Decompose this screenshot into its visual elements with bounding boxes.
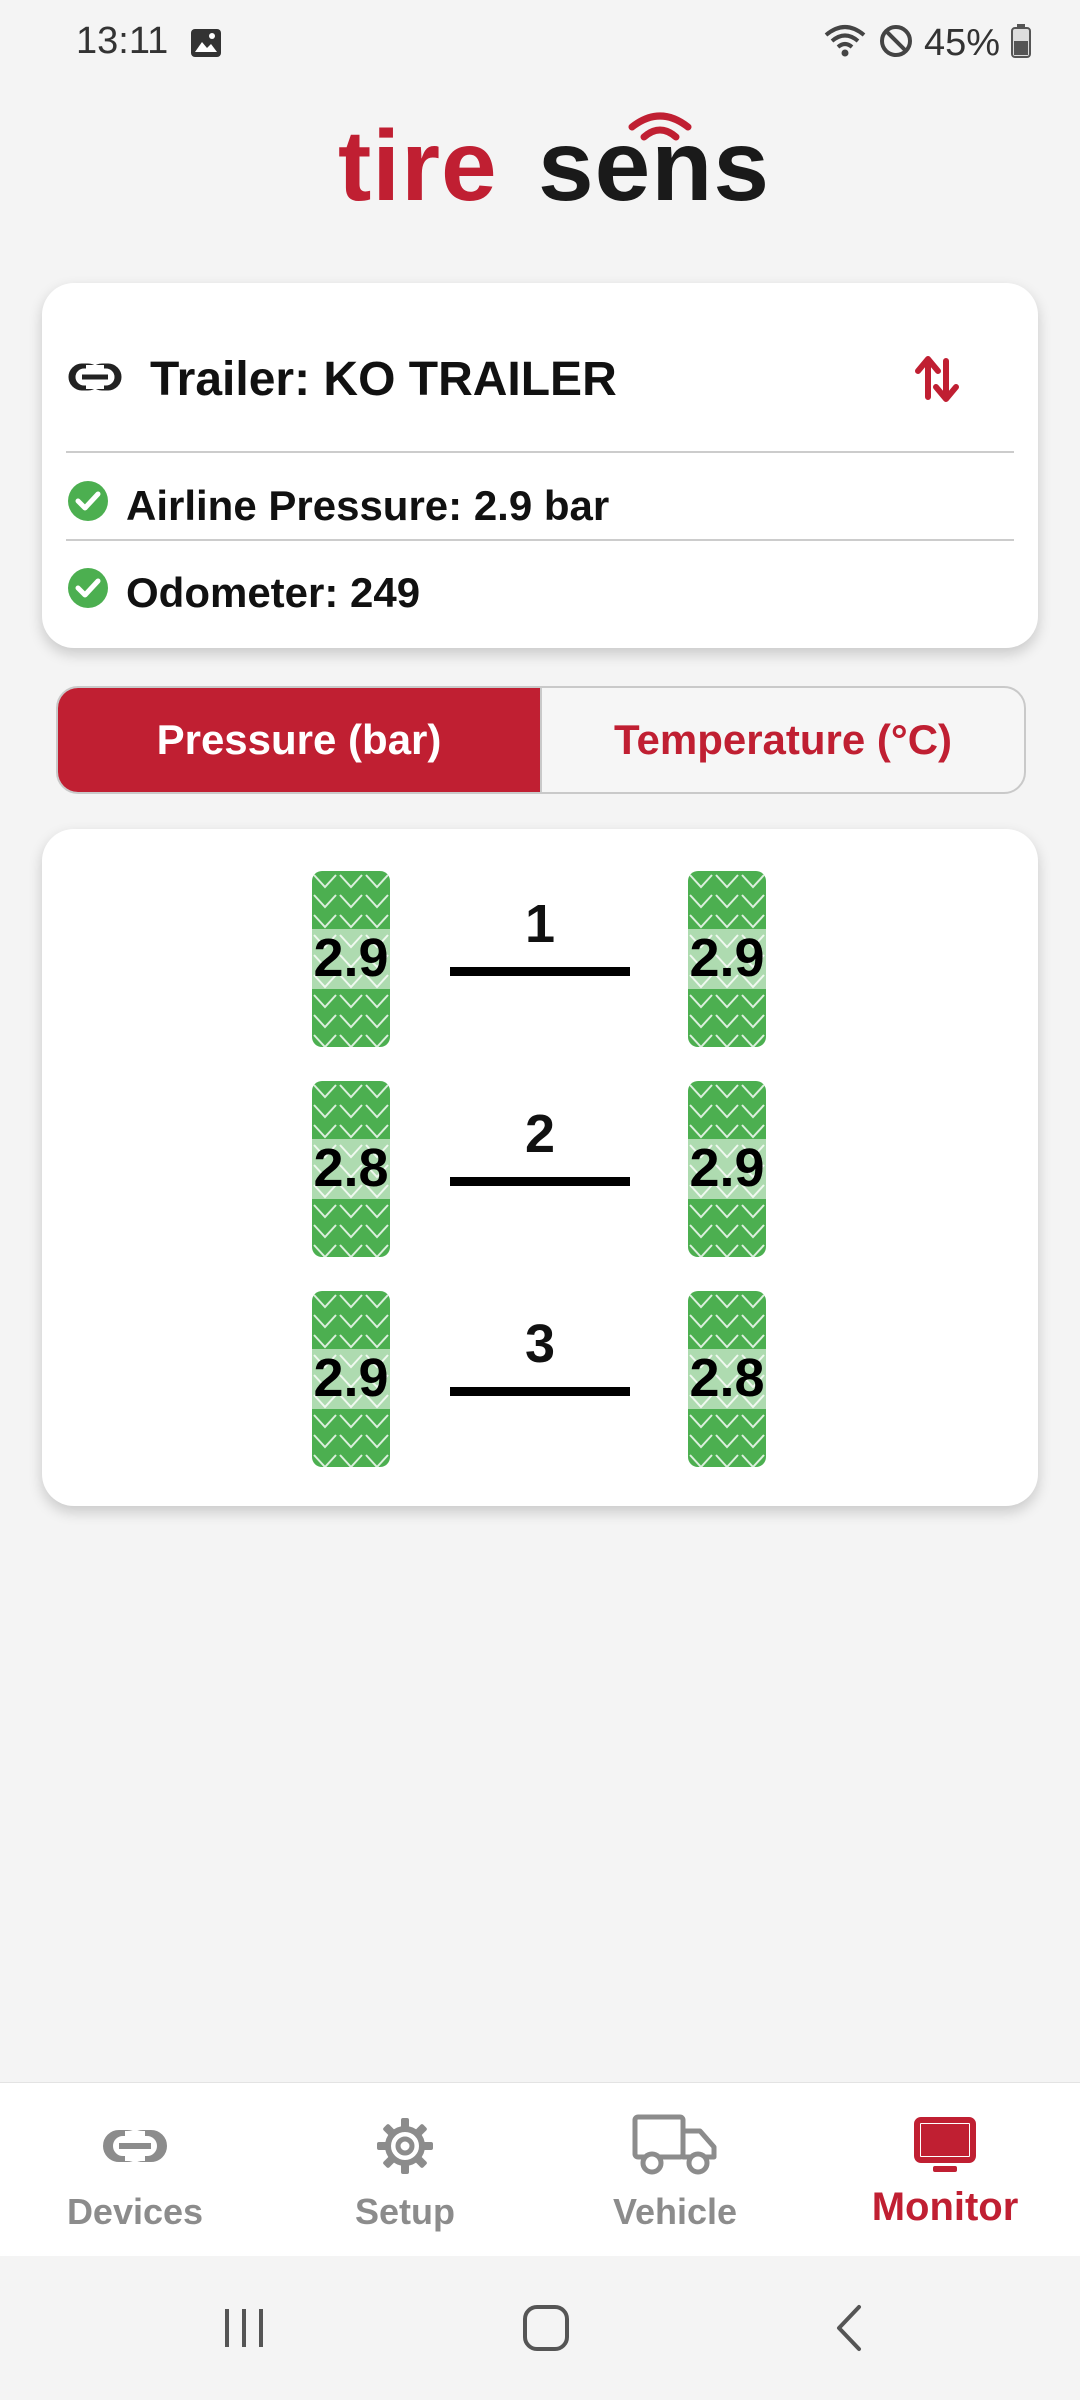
axle-diagram-card: 2.9 1 2.9 2.8 2 2.9 2.9 3 2.8 [42, 829, 1038, 1506]
pressure-tab[interactable]: Pressure (bar) [58, 688, 540, 792]
tire-pressure-value: 2.9 [689, 928, 765, 988]
axle-line [450, 1177, 630, 1186]
nav-setup-label: Setup [354, 2191, 455, 2232]
axle-number: 1 [524, 894, 556, 954]
divider [66, 451, 1014, 453]
battery-percent: 45% [923, 21, 1000, 64]
recent-apps-icon[interactable] [204, 2296, 284, 2360]
axle-line [450, 967, 630, 976]
axle-number: 3 [524, 1314, 556, 1374]
status-bar: 13:11 45% [0, 0, 1080, 86]
axle-row: 2.9 3 2.8 [42, 1291, 1038, 1467]
back-icon[interactable] [812, 2296, 892, 2360]
link-icon [0, 2111, 270, 2181]
odometer-row: Odometer: 249 [68, 568, 420, 618]
tire-pressure-value: 2.8 [313, 1138, 389, 1198]
tire-pressure-value: 2.9 [313, 928, 389, 988]
home-icon[interactable] [506, 2296, 586, 2360]
nav-devices-label: Devices [66, 2191, 204, 2232]
link-icon [68, 362, 122, 397]
odometer-text: Odometer: 249 [126, 569, 421, 616]
logo-text-tire: tire [338, 110, 498, 215]
trailer-title: Trailer: KO TRAILER [150, 352, 617, 406]
nav-setup[interactable]: Setup [270, 2083, 540, 2257]
airline-pressure-row: Airline Pressure: 2.9 bar [68, 481, 609, 531]
swap-trailer-button[interactable] [904, 347, 968, 411]
status-time: 13:11 [76, 20, 169, 62]
truck-icon [540, 2111, 810, 2181]
nav-vehicle[interactable]: Vehicle [540, 2083, 810, 2257]
wifi-icon [822, 23, 868, 64]
axle-row: 2.9 1 2.9 [42, 871, 1038, 1047]
nav-monitor[interactable]: Monitor [810, 2083, 1080, 2257]
trailer-header: Trailer: KO TRAILER [68, 343, 1008, 415]
monitor-icon [810, 2111, 1080, 2181]
bottom-navigation: Devices Setup Vehicle Monitor [0, 2082, 1080, 2257]
nav-monitor-label: Monitor [871, 2185, 1019, 2229]
nav-vehicle-label: Vehicle [612, 2191, 738, 2232]
axle-row: 2.8 2 2.9 [42, 1081, 1038, 1257]
check-circle-icon [68, 568, 108, 618]
logo-text-sens: sens [538, 110, 770, 215]
do-not-disturb-icon [878, 23, 914, 64]
temperature-tab[interactable]: Temperature (°C) [540, 688, 1024, 792]
axle-number: 2 [524, 1104, 556, 1164]
divider [66, 539, 1014, 541]
trailer-info-card: Trailer: KO TRAILER Airline Pressure: 2.… [42, 283, 1038, 648]
battery-icon [1010, 23, 1032, 64]
gallery-notification-icon [190, 28, 222, 58]
tire-pressure-value: 2.9 [313, 1348, 389, 1408]
unit-toggle: Pressure (bar) Temperature (°C) [56, 686, 1026, 794]
app-logo: tire sens [0, 105, 1080, 222]
axle-line [450, 1387, 630, 1396]
airline-pressure-text: Airline Pressure: 2.9 bar [126, 482, 610, 529]
gear-icon [270, 2111, 540, 2181]
tire-pressure-value: 2.9 [689, 1138, 765, 1198]
nav-devices[interactable]: Devices [0, 2083, 270, 2257]
system-navigation-bar [0, 2256, 1080, 2400]
tire-pressure-value: 2.8 [689, 1348, 765, 1408]
check-circle-icon [68, 481, 108, 531]
